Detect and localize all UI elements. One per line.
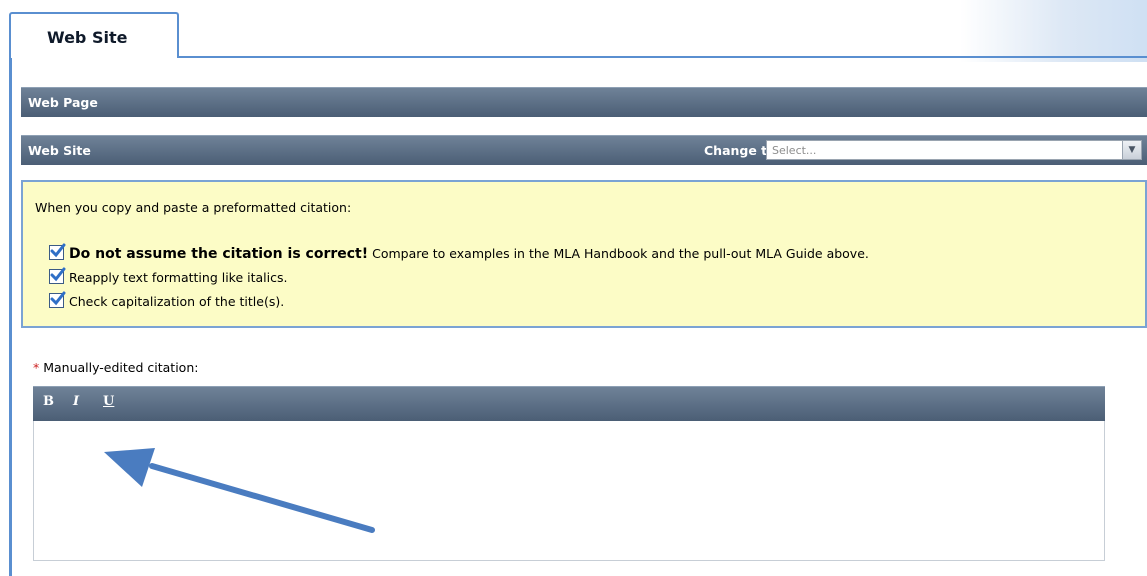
header-gradient — [960, 0, 1147, 62]
citation-notice: When you copy and paste a preformatted c… — [21, 180, 1147, 328]
checked-checkbox-icon — [49, 267, 66, 284]
checked-checkbox-icon — [49, 291, 66, 308]
section-title-web-page: Web Page — [28, 95, 98, 110]
citation-text-area[interactable] — [33, 421, 1105, 561]
citation-label-text: Manually-edited citation: — [39, 360, 199, 375]
citation-field-label: * Manually-edited citation: — [33, 360, 198, 375]
notice-intro: When you copy and paste a preformatted c… — [35, 200, 352, 215]
chevron-down-icon[interactable]: ▼ — [1122, 141, 1141, 159]
notice-item: Reapply text formatting like italics. — [49, 267, 288, 287]
section-title-web-site: Web Site — [28, 143, 91, 158]
notice-item-bold: Do not assume the citation is correct! — [69, 246, 369, 262]
select-value: Select... — [772, 144, 817, 157]
section-bar-web-site: Web Site Change to: Select... ▼ — [21, 135, 1147, 165]
tab-label: Web Site — [47, 28, 128, 47]
notice-item: Check capitalization of the title(s). — [49, 291, 285, 311]
tab-web-site[interactable]: Web Site — [9, 12, 179, 58]
underline-button[interactable]: U — [103, 394, 114, 409]
italic-button[interactable]: I — [73, 394, 79, 409]
editor-toolbar: B I U — [33, 386, 1105, 421]
notice-item-text: Compare to examples in the MLA Handbook … — [368, 246, 869, 261]
change-to-select[interactable]: Select... ▼ — [766, 140, 1142, 160]
checked-checkbox-icon — [49, 243, 66, 260]
bold-button[interactable]: B — [43, 394, 54, 409]
section-bar-web-page[interactable]: Web Page — [21, 87, 1147, 117]
notice-item: Do not assume the citation is correct! C… — [49, 243, 869, 263]
notice-item-text: Reapply text formatting like italics. — [69, 270, 288, 285]
notice-item-text: Check capitalization of the title(s). — [69, 294, 285, 309]
